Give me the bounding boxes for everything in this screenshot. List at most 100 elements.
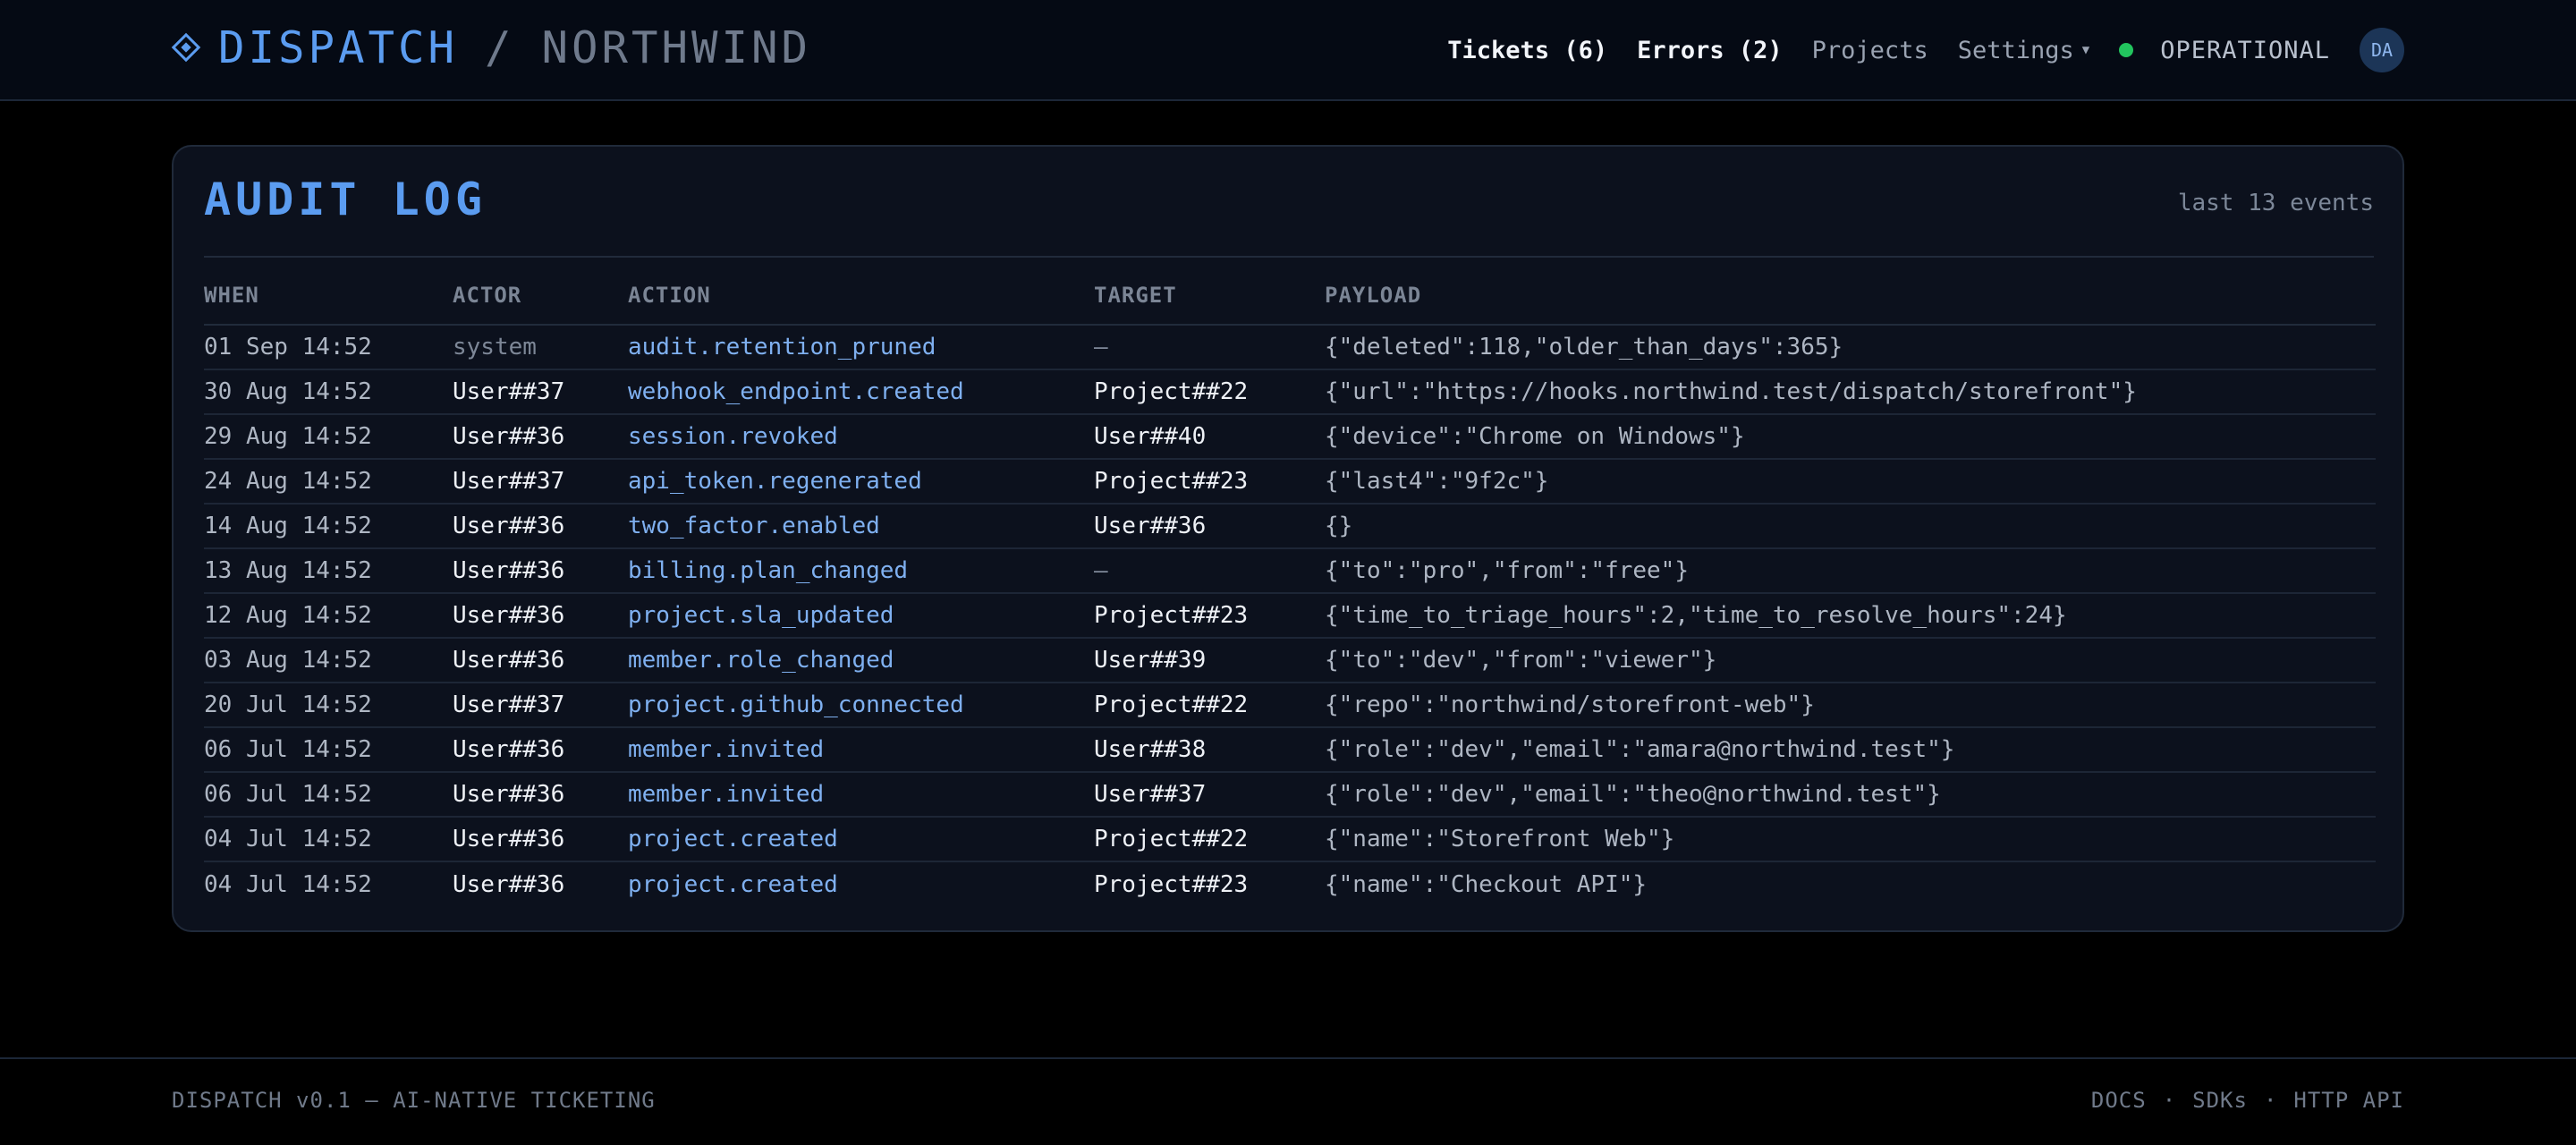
brand-name: DISPATCH [218, 21, 459, 73]
cell-action[interactable]: member.role_changed [628, 647, 1094, 674]
cell-action[interactable]: api_token.regenerated [628, 468, 1094, 495]
cell-target[interactable]: Project##23 [1094, 602, 1325, 629]
table-row[interactable]: 06 Jul 14:52 User##36 member.invited User##… [204, 728, 2376, 773]
footer-link-http-api[interactable]: HTTP API [2293, 1088, 2404, 1113]
cell-action[interactable]: member.invited [628, 781, 1094, 808]
brand-separator: / [485, 21, 515, 73]
cell-action[interactable]: project.created [628, 871, 1094, 898]
cell-action[interactable]: two_factor.enabled [628, 513, 1094, 539]
footer-links: DOCS · SDKs · HTTP API [2091, 1088, 2404, 1113]
cell-payload: {"role":"dev","email":"amara@northwind.t… [1325, 736, 1955, 763]
table-row[interactable]: 20 Jul 14:52 User##37 project.github_conne… [204, 683, 2376, 728]
table-row[interactable]: 13 Aug 14:52 User##36 billing.plan_changed… [204, 549, 2376, 594]
cell-payload: {"device":"Chrome on Windows"} [1325, 423, 1745, 450]
footer-link-sdks[interactable]: SDKs [2192, 1088, 2248, 1113]
table-row[interactable]: 04 Jul 14:52 User##36 project.created Proje… [204, 862, 2376, 907]
avatar[interactable]: DA [2360, 28, 2404, 72]
cell-target[interactable]: Project##22 [1094, 826, 1325, 852]
footer: DISPATCH v0.1 — AI-NATIVE TICKETING DOCS… [0, 1057, 2576, 1145]
footer-separator: · [2263, 1088, 2278, 1113]
cell-actor[interactable]: User##37 [453, 378, 628, 405]
cell-payload: {"url":"https://hooks.northwind.test/dis… [1325, 378, 2137, 405]
cell-actor[interactable]: User##36 [453, 602, 628, 629]
cell-action[interactable]: project.sla_updated [628, 602, 1094, 629]
cell-actor[interactable]: User##36 [453, 736, 628, 763]
cell-payload: {"deleted":118,"older_than_days":365} [1325, 334, 1843, 360]
table-row[interactable]: 01 Sep 14:52 system audit.retention_pruned… [204, 326, 2376, 370]
column-header-payload: PAYLOAD [1325, 283, 1422, 308]
nav-projects[interactable]: Projects [1812, 37, 1928, 64]
cell-actor[interactable]: system [453, 334, 628, 360]
table-header: WHEN ACTOR ACTION TARGET PAYLOAD [204, 256, 2376, 326]
nav-errors[interactable]: Errors (2) [1637, 37, 1783, 64]
table-row[interactable]: 04 Jul 14:52 User##36 project.created Proje… [204, 818, 2376, 862]
cell-when: 06 Jul 14:52 [204, 736, 372, 763]
main-nav: Tickets (6) Errors (2) Projects Settings… [1418, 27, 2404, 73]
column-header-when: WHEN [204, 283, 259, 308]
org-name: NORTHWIND [541, 21, 812, 73]
cell-when: 30 Aug 14:52 [204, 378, 372, 405]
cell-when: 14 Aug 14:52 [204, 513, 372, 539]
table-row[interactable]: 30 Aug 14:52 User##37 webhook_endpoint.cre… [204, 370, 2376, 415]
cell-action[interactable]: project.github_connected [628, 691, 1094, 718]
nav-settings-dropdown[interactable]: Settings ▼ [1958, 37, 2089, 64]
cell-target[interactable]: Project##23 [1094, 468, 1325, 495]
cell-target[interactable]: Project##22 [1094, 691, 1325, 718]
top-bar: DISPATCH / NORTHWIND Tickets (6) Errors … [0, 0, 2576, 101]
cell-actor[interactable]: User##36 [453, 423, 628, 450]
cell-action[interactable]: member.invited [628, 736, 1094, 763]
cell-when: 20 Jul 14:52 [204, 691, 372, 718]
cell-actor[interactable]: User##36 [453, 557, 628, 584]
cell-action[interactable]: audit.retention_pruned [628, 334, 1094, 360]
table-row[interactable]: 06 Jul 14:52 User##36 member.invited User##… [204, 773, 2376, 818]
cell-payload: {"to":"dev","from":"viewer"} [1325, 647, 1717, 674]
cell-action[interactable]: webhook_endpoint.created [628, 378, 1094, 405]
nav-tickets[interactable]: Tickets (6) [1447, 37, 1607, 64]
column-header-action: ACTION [628, 283, 711, 308]
footer-link-docs[interactable]: DOCS [2091, 1088, 2147, 1113]
table-row[interactable]: 12 Aug 14:52 User##36 project.sla_updated P… [204, 594, 2376, 639]
audit-log-panel: AUDIT LOG last 13 events WHEN ACTOR ACTI… [172, 145, 2404, 932]
table-row[interactable]: 03 Aug 14:52 User##36 member.role_changed U… [204, 639, 2376, 683]
audit-table: WHEN ACTOR ACTION TARGET PAYLOAD 01 Sep … [204, 256, 2376, 907]
cell-payload: {"name":"Checkout API"} [1325, 871, 1648, 898]
cell-target[interactable]: User##39 [1094, 647, 1325, 674]
brand[interactable]: DISPATCH / NORTHWIND [170, 18, 811, 77]
table-row[interactable]: 14 Aug 14:52 User##36 two_factor.enabled Us… [204, 505, 2376, 549]
cell-payload: {"repo":"northwind/storefront-web"} [1325, 691, 1815, 718]
cell-target[interactable]: Project##22 [1094, 378, 1325, 405]
table-row[interactable]: 24 Aug 14:52 User##37 api_token.regenerate… [204, 460, 2376, 505]
cell-action[interactable]: session.revoked [628, 423, 1094, 450]
cell-target[interactable]: User##38 [1094, 736, 1325, 763]
cell-payload: {"name":"Storefront Web"} [1325, 826, 1675, 852]
cell-when: 03 Aug 14:52 [204, 647, 372, 674]
nav-settings-label: Settings [1957, 36, 2074, 64]
cell-target[interactable]: User##36 [1094, 513, 1325, 539]
cell-target[interactable]: Project##23 [1094, 871, 1325, 898]
cell-target[interactable]: User##40 [1094, 423, 1325, 450]
cell-when: 24 Aug 14:52 [204, 468, 372, 495]
panel-title: AUDIT LOG [204, 174, 487, 225]
cell-when: 06 Jul 14:52 [204, 781, 372, 808]
cell-action[interactable]: project.created [628, 826, 1094, 852]
cell-actor[interactable]: User##37 [453, 691, 628, 718]
cell-target[interactable]: User##37 [1094, 781, 1325, 808]
column-header-actor: ACTOR [453, 283, 522, 308]
cell-actor[interactable]: User##36 [453, 826, 628, 852]
cell-actor[interactable]: User##37 [453, 468, 628, 495]
cell-when: 29 Aug 14:52 [204, 423, 372, 450]
table-row[interactable]: 29 Aug 14:52 User##36 session.revoked User#… [204, 415, 2376, 460]
cell-target: — [1094, 557, 1108, 584]
cell-when: 13 Aug 14:52 [204, 557, 372, 584]
cell-action[interactable]: billing.plan_changed [628, 557, 1094, 584]
cell-actor[interactable]: User##36 [453, 513, 628, 539]
cell-target: — [1094, 334, 1108, 360]
cell-actor[interactable]: User##36 [453, 647, 628, 674]
event-count: last 13 events [2177, 190, 2374, 216]
status-dot-icon [2119, 43, 2134, 57]
cell-when: 04 Jul 14:52 [204, 826, 372, 852]
cell-payload: {"role":"dev","email":"theo@northwind.te… [1325, 781, 1941, 808]
caret-down-icon: ▼ [2081, 43, 2090, 57]
cell-actor[interactable]: User##36 [453, 781, 628, 808]
cell-actor[interactable]: User##36 [453, 871, 628, 898]
